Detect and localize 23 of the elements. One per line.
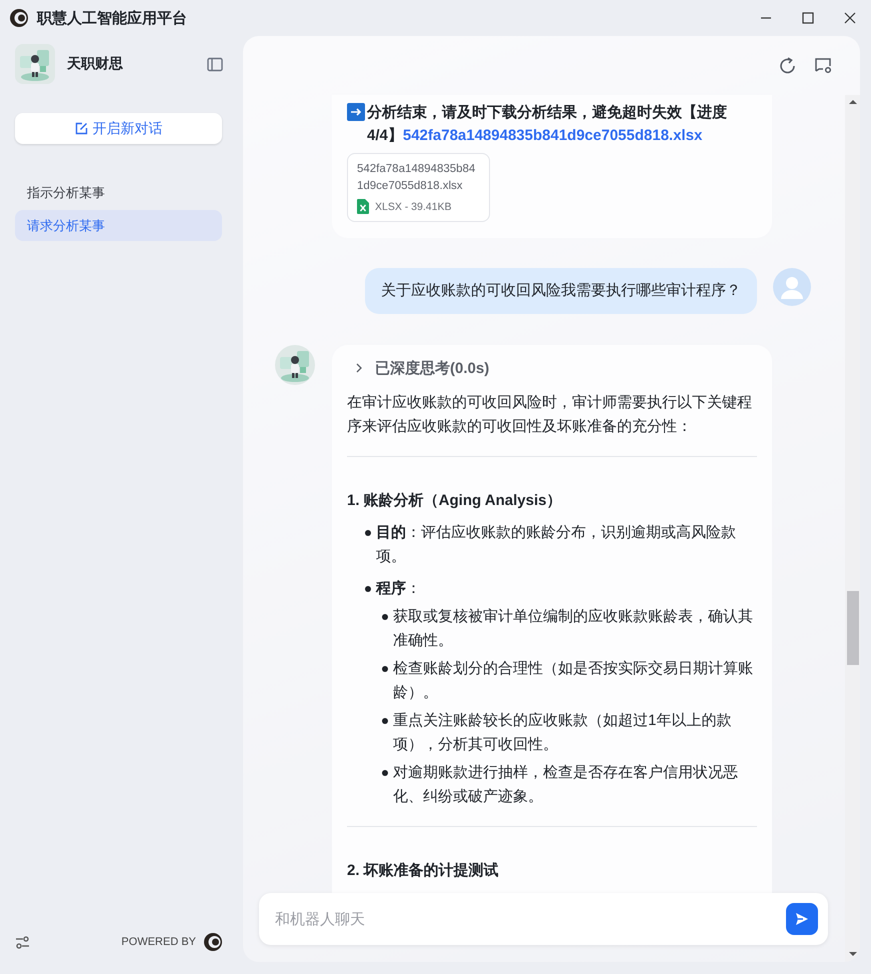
powered-by-label: POWERED BY (121, 936, 196, 948)
list-item-text: 获取或复核被审计单位编制的应收账款账龄表，确认其准确性。 (393, 607, 754, 651)
download-link[interactable]: 542fa78a14894835b841d9ce7055d818.xlsx (402, 127, 702, 144)
new-chat-button[interactable]: 开启新对话 (15, 113, 222, 144)
list-item-text: 对逾期账款进行抽样，检查是否存在客户信用状况恶化、纠纷或破产迹象。 (393, 763, 739, 807)
file-attachment[interactable]: 542fa78a14894835b841d9ce7055d818.xlsx XLSX - 39.41KB (347, 153, 490, 222)
file-meta: XLSX - 39.41KB (375, 200, 452, 212)
conversation-item[interactable]: 请求分析某事 (15, 210, 222, 241)
window-title: 职慧人工智能应用平台 (37, 8, 188, 28)
conversation-item[interactable]: 指示分析某事 (15, 177, 222, 208)
result-message: 分析结束，请及时下载分析结果，避免超时失效【进度4/4】542fa78a14894835b841d9ce7055d818.xlsx (367, 103, 728, 146)
bot-name: 天职财思 (67, 55, 124, 73)
list-item-text: 目的：评估应收账款的账龄分布，识别逾期或高风险款项。 (376, 523, 737, 567)
list-item-text: 程序： (376, 579, 421, 599)
section-heading: 2. 坏账准备的计提测试 (347, 861, 500, 881)
user-message: 关于应收账款的可收回风险我需要执行哪些审计程序？ (365, 268, 757, 314)
list-item-text: 重点关注账龄较长的应收账款（如超过1年以上的款项），分析其可收回性。 (393, 711, 732, 755)
answer-paragraph: 在审计应收账款的可收回风险时，审计师需要执行以下关键程序来评估应收账款的可收回性及坏账准备的充分性： (347, 393, 753, 437)
thinking-toggle[interactable]: 已深度思考(0.0s) (347, 357, 490, 379)
file-name: 542fa78a14894835b841d9ce7055d818.xlsx (357, 162, 476, 194)
list-item-text: 检查账龄划分的合理性（如是否按实际交易日期计算账龄）。 (393, 659, 754, 703)
chat-input[interactable]: 和机器人聊天 (273, 903, 786, 935)
section-heading: 1. 账龄分析（Aging Analysis） (347, 491, 562, 511)
